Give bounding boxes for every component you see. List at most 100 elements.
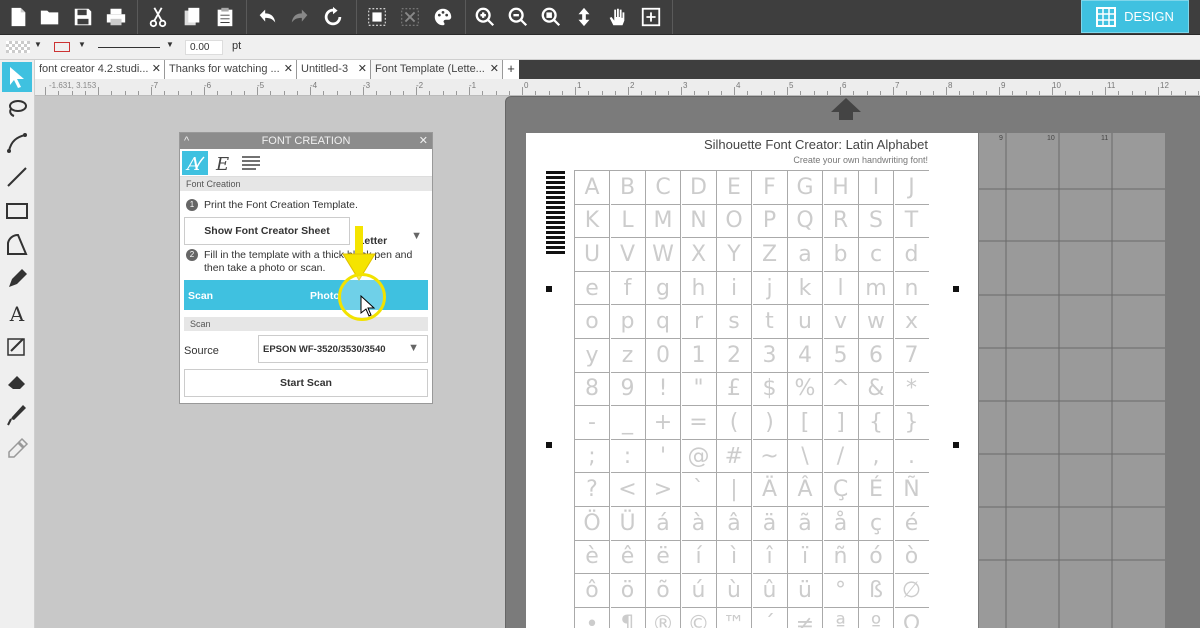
font-edit-tab-icon[interactable]: E [210, 151, 236, 175]
glyph-cell: X [681, 238, 717, 272]
sketch-tool-icon[interactable] [2, 332, 32, 362]
print-icon[interactable] [101, 2, 131, 32]
glyph-cell: & [859, 372, 894, 407]
font-creation-panel: ^ FONT CREATION ✕ A E Font Creation 1 Pr… [179, 132, 433, 404]
pan-icon[interactable] [602, 2, 632, 32]
glyph-cell: R [823, 204, 859, 239]
chevron-down-icon[interactable]: ▼ [166, 40, 174, 49]
ruler-tick [1065, 91, 1067, 95]
add-icon[interactable] [636, 2, 666, 32]
text-tool-icon[interactable]: A [2, 298, 32, 328]
group-icon[interactable] [362, 2, 392, 32]
glyph-cell: L [610, 204, 646, 239]
design-button[interactable]: DESIGN [1081, 0, 1189, 33]
refresh-icon[interactable] [318, 2, 348, 32]
copy-icon[interactable] [177, 2, 207, 32]
glyph-cell: ö [610, 574, 646, 608]
close-icon[interactable]: ✕ [490, 60, 499, 79]
ruler-label: -6 [204, 81, 212, 90]
chevron-down-icon[interactable]: ▼ [78, 40, 86, 49]
close-icon[interactable]: ✕ [358, 60, 367, 79]
zoom-fit-icon[interactable] [536, 2, 566, 32]
show-font-creator-sheet-button[interactable]: Show Font Creator Sheet [184, 217, 350, 245]
svg-text:A: A [9, 302, 25, 325]
ruler-tick [71, 91, 73, 95]
tab-thanks-for-watching[interactable]: Thanks for watching ... ✕ [165, 60, 297, 79]
open-folder-icon[interactable] [35, 2, 65, 32]
eyedropper-tool-icon[interactable] [2, 434, 32, 464]
glyph-template-grid: ABCDEFGHIJ KLMNOPQRST UVWXYZabcd efghijklmn… [574, 170, 929, 628]
glyph-cell: W [646, 238, 681, 272]
cut-icon[interactable] [143, 2, 173, 32]
new-file-icon[interactable] [3, 2, 33, 32]
ruler-tick [1144, 91, 1146, 95]
zoom-out-icon[interactable] [503, 2, 533, 32]
line-tool-icon[interactable] [2, 162, 32, 192]
main-toolbar: DESIGN [0, 0, 1200, 35]
glyph-cell: ñ [823, 540, 859, 575]
fill-pattern-swatch[interactable] [6, 41, 30, 53]
knife-tool-icon[interactable] [2, 400, 32, 430]
glyph-cell: \ [788, 439, 823, 474]
line-color-swatch[interactable] [54, 42, 70, 52]
paste-icon[interactable] [210, 2, 240, 32]
lasso-tool-icon[interactable] [2, 94, 32, 124]
svg-text:E: E [215, 154, 229, 173]
shape-tool-icon[interactable] [2, 230, 32, 260]
photo-option[interactable]: Photo [310, 290, 340, 302]
glyph-cell: ã [788, 507, 823, 541]
undo-icon[interactable] [252, 2, 282, 32]
save-icon[interactable] [68, 2, 98, 32]
chevron-up-icon[interactable]: ^ [184, 133, 189, 149]
ruler-tick [840, 87, 841, 95]
move-icon[interactable] [569, 2, 599, 32]
text-list-tab-icon[interactable] [238, 151, 264, 175]
sheet-title: Silhouette Font Creator: Latin Alphabet [703, 137, 928, 152]
glyph-cell: I [859, 171, 894, 205]
eraser-tool-icon[interactable] [2, 366, 32, 396]
chevron-down-icon[interactable]: ▼ [34, 40, 42, 49]
pencil-tool-icon[interactable] [2, 264, 32, 294]
scan-photo-toggle[interactable]: Scan Photo [184, 280, 428, 310]
ruler-tick [588, 91, 590, 95]
cursor-coordinates: -1.631, 3.153 [49, 81, 97, 90]
ruler-tick [402, 91, 404, 95]
glyph-cell: g [646, 271, 681, 306]
redo-icon[interactable] [285, 2, 315, 32]
ungroup-icon[interactable] [395, 2, 425, 32]
ruler-tick [866, 91, 868, 95]
start-scan-button[interactable]: Start Scan [184, 369, 428, 397]
zoom-in-icon[interactable] [470, 2, 500, 32]
ruler-tick [614, 91, 616, 95]
source-value: EPSON WF-3520/3530/3540 [263, 343, 386, 355]
glyph-cell: ì [717, 540, 752, 575]
font-creation-tab-icon[interactable]: A [182, 151, 208, 175]
glyph-cell: $ [752, 372, 788, 407]
glyph-cell: í [681, 540, 717, 575]
ruler-tick [455, 91, 457, 95]
glyph-cell: V [610, 238, 646, 272]
palette-icon[interactable] [428, 2, 458, 32]
close-icon[interactable]: ✕ [284, 60, 293, 79]
tab-font-creator[interactable]: font creator 4.2.studi... ✕ [35, 60, 165, 79]
close-icon[interactable]: ✕ [152, 60, 161, 79]
ruler-tick [800, 91, 802, 95]
scan-option[interactable]: Scan [188, 290, 213, 302]
source-select[interactable]: EPSON WF-3520/3530/3540 ▼ [258, 335, 428, 363]
select-tool-icon[interactable] [2, 62, 32, 92]
tab-untitled-3[interactable]: Untitled-3 ✕ [297, 60, 371, 79]
ruler-tick [654, 91, 656, 95]
tab-font-template[interactable]: Font Template (Lette... ✕ [371, 60, 503, 79]
line-style-preview[interactable] [98, 47, 160, 48]
step-1-text: Print the Font Creation Template. [204, 199, 358, 211]
panel-title-bar[interactable]: ^ FONT CREATION ✕ [180, 133, 432, 149]
glyph-cell: 8 [575, 372, 610, 407]
line-width-input[interactable]: 0.00 [185, 40, 223, 55]
tab-label: Untitled-3 [301, 63, 349, 75]
glyph-cell: è [575, 540, 610, 575]
close-icon[interactable]: ✕ [419, 133, 428, 149]
rectangle-tool-icon[interactable] [2, 196, 32, 226]
point-edit-tool-icon[interactable] [2, 128, 32, 158]
add-tab-button[interactable]: + [503, 60, 519, 79]
ruler-tick [1184, 91, 1186, 95]
